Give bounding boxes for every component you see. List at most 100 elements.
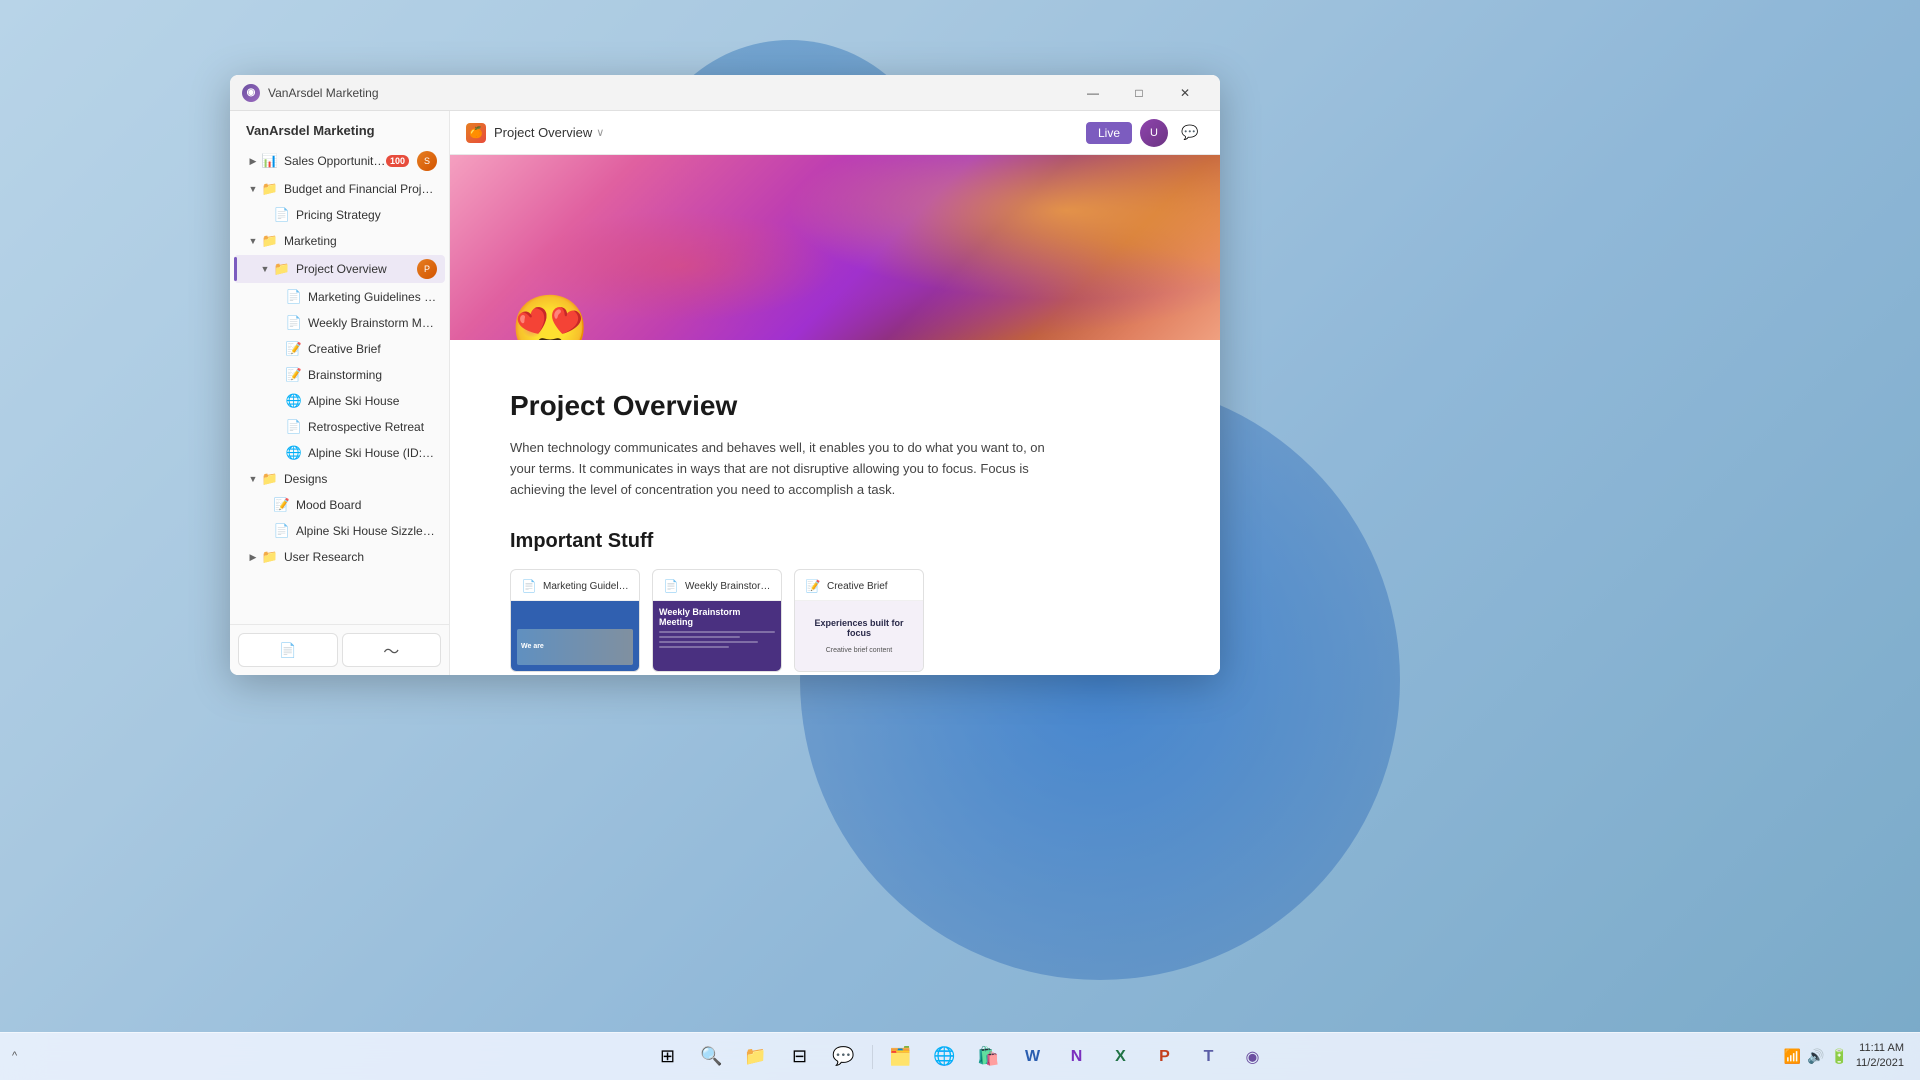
sidebar-label-bs: Brainstorming <box>308 368 437 382</box>
expand-icon-marketing: ▼ <box>246 234 260 248</box>
cb-icon: 📝 <box>286 341 302 357</box>
taskbar-onenote[interactable]: N <box>1057 1037 1097 1077</box>
onenote-icon: N <box>1071 1048 1083 1066</box>
taskbar-app[interactable]: ◉ <box>1233 1037 1273 1077</box>
sales-avatar: S <box>417 151 437 171</box>
card-creative-brief[interactable]: 📝 Creative Brief Experiences built for f… <box>794 569 924 672</box>
sidebar-item-project-overview[interactable]: ▼ 📁 Project Overview P <box>234 255 445 283</box>
hero-emoji: 😍 <box>510 296 590 340</box>
card-icon-wb: 📄 <box>663 578 679 594</box>
sidebar-item-marketing[interactable]: ▼ 📁 Marketing <box>234 229 445 253</box>
breadcrumb: Project Overview ∨ <box>494 125 604 140</box>
taskbar-files[interactable]: 🗂️ <box>881 1037 921 1077</box>
sidebar-label-marketing: Marketing <box>284 234 437 248</box>
edge-icon: 🌐 <box>933 1046 955 1067</box>
card-preview-mg: We are <box>511 601 639 672</box>
taskbar-search[interactable]: 🔍 <box>692 1037 732 1077</box>
close-button[interactable]: ✕ <box>1162 75 1208 111</box>
as2-icon: 🌐 <box>286 445 302 461</box>
minimize-button[interactable]: — <box>1070 75 1116 111</box>
card-header-wb: 📄 Weekly Brainstorm Me... <box>653 570 781 601</box>
expand-icon-cb <box>270 342 284 356</box>
card-weekly-brainstorm[interactable]: 📄 Weekly Brainstorm Me... Weekly Brainst… <box>652 569 782 672</box>
app-window: ◉ VanArsdel Marketing — □ ✕ VanArsdel Ma… <box>230 75 1220 675</box>
po-icon: 📁 <box>274 261 290 277</box>
taskbar-start[interactable]: ⊞ <box>648 1037 688 1077</box>
taskbar-widgets[interactable]: ⊟ <box>780 1037 820 1077</box>
sidebar-item-weekly-brainstorm[interactable]: 📄 Weekly Brainstorm Meeting <box>234 311 445 335</box>
time-display: 11:11 AM <box>1856 1041 1904 1056</box>
pages-button[interactable]: 📄 <box>238 633 338 667</box>
taskbar-explorer[interactable]: 📁 <box>736 1037 776 1077</box>
card-preview-text-cb: Experiences built for focus <box>803 618 915 638</box>
window-controls: — □ ✕ <box>1070 75 1208 111</box>
tray-icons: 📶 🔊 🔋 <box>1784 1048 1848 1065</box>
breadcrumb-icon: 🍊 <box>466 123 486 143</box>
card-marketing-guidelines[interactable]: 📄 Marketing Guidelines f... We are <box>510 569 640 672</box>
system-clock[interactable]: 11:11 AM 11/2/2021 <box>1856 1041 1904 1072</box>
page-body: Project Overview When technology communi… <box>450 340 1220 675</box>
taskbar-word[interactable]: W <box>1013 1037 1053 1077</box>
mg-icon: 📄 <box>286 289 302 305</box>
system-tray: 📶 🔊 🔋 11:11 AM 11/2/2021 <box>1768 1032 1920 1080</box>
system-tray-left: ^ <box>0 1032 29 1080</box>
sidebar-item-sales[interactable]: ▶ 📊 Sales Opportunities 100 S <box>234 147 445 175</box>
app-icon: ◉ <box>1246 1047 1260 1067</box>
tray-chevron-icon[interactable]: ^ <box>12 1050 17 1062</box>
taskbar-store[interactable]: 🛍️ <box>969 1037 1009 1077</box>
user-avatar[interactable]: U <box>1140 119 1168 147</box>
date-display: 11/2/2021 <box>1856 1056 1904 1071</box>
comment-icon: 💬 <box>1181 124 1198 141</box>
taskbar: ⊞ 🔍 📁 ⊟ 💬 🗂️ 🌐 🛍️ W N X P T ◉ <box>0 1032 1920 1080</box>
sidebar-item-pricing[interactable]: 📄 Pricing Strategy <box>234 203 445 227</box>
sidebar-item-alpine-ski[interactable]: 🌐 Alpine Ski House <box>234 389 445 413</box>
rr-icon: 📄 <box>286 419 302 435</box>
taskbar-teams[interactable]: T <box>1189 1037 1229 1077</box>
sizzle-icon: 📄 <box>274 523 290 539</box>
taskbar-chat[interactable]: 💬 <box>824 1037 864 1077</box>
sidebar-item-creative-brief[interactable]: 📝 Creative Brief <box>234 337 445 361</box>
card-preview-subtext-cb: Creative brief content <box>826 647 893 654</box>
volume-icon[interactable]: 🔊 <box>1807 1048 1824 1065</box>
battery-icon[interactable]: 🔋 <box>1830 1048 1847 1065</box>
breadcrumb-chevron-icon: ∨ <box>596 126 604 139</box>
sidebar-item-marketing-guidelines[interactable]: 📄 Marketing Guidelines for V... <box>234 285 445 309</box>
page-description: When technology communicates and behaves… <box>510 438 1050 500</box>
sidebar-item-brainstorming[interactable]: 📝 Brainstorming <box>234 363 445 387</box>
card-icon-mg: 📄 <box>521 578 537 594</box>
hero-banner: 😍 <box>450 155 1220 340</box>
sidebar-item-alpine-ski-2[interactable]: 🌐 Alpine Ski House (ID: 487... <box>234 441 445 465</box>
sidebar-item-user-research[interactable]: ▶ 📁 User Research <box>234 545 445 569</box>
expand-icon-as <box>270 394 284 408</box>
live-button[interactable]: Live <box>1086 122 1132 144</box>
taskbar-excel[interactable]: X <box>1101 1037 1141 1077</box>
sidebar-item-retrospective[interactable]: 📄 Retrospective Retreat <box>234 415 445 439</box>
maximize-button[interactable]: □ <box>1116 75 1162 111</box>
sales-icon: 📊 <box>262 153 278 169</box>
expand-icon: ▶ <box>246 154 260 168</box>
explorer-icon: 📁 <box>744 1046 766 1067</box>
activity-button[interactable]: 〜 <box>342 633 442 667</box>
start-icon: ⊞ <box>660 1046 675 1067</box>
comment-button[interactable]: 💬 <box>1176 119 1204 147</box>
header-actions: Live U 💬 <box>1086 119 1204 147</box>
app-body: VanArsdel Marketing ▶ 📊 Sales Opportunit… <box>230 111 1220 675</box>
sidebar-label-pricing: Pricing Strategy <box>296 208 437 222</box>
taskbar-edge[interactable]: 🌐 <box>925 1037 965 1077</box>
wifi-icon[interactable]: 📶 <box>1784 1048 1801 1065</box>
chat-icon: 💬 <box>832 1046 854 1067</box>
card-preview-purple: Weekly Brainstorm Meeting <box>653 601 781 671</box>
card-title-cb: Creative Brief <box>827 581 913 592</box>
sidebar-label-as: Alpine Ski House <box>308 394 437 408</box>
powerpoint-icon: P <box>1159 1048 1170 1066</box>
sidebar-item-designs[interactable]: ▼ 📁 Designs <box>234 467 445 491</box>
sidebar-label-mg: Marketing Guidelines for V... <box>308 290 437 304</box>
sidebar-item-budget[interactable]: ▼ 📁 Budget and Financial Projection <box>234 177 445 201</box>
sidebar-label-budget: Budget and Financial Projection <box>284 182 437 196</box>
sidebar-item-mood-board[interactable]: 📝 Mood Board <box>234 493 445 517</box>
taskbar-powerpoint[interactable]: P <box>1145 1037 1185 1077</box>
sidebar-label-sales: Sales Opportunities <box>284 154 386 168</box>
store-icon: 🛍️ <box>977 1046 999 1067</box>
sidebar-item-alpine-sizzle[interactable]: 📄 Alpine Ski House Sizzle Re... <box>234 519 445 543</box>
card-preview-cb: Experiences built for focus Creative bri… <box>795 601 923 671</box>
